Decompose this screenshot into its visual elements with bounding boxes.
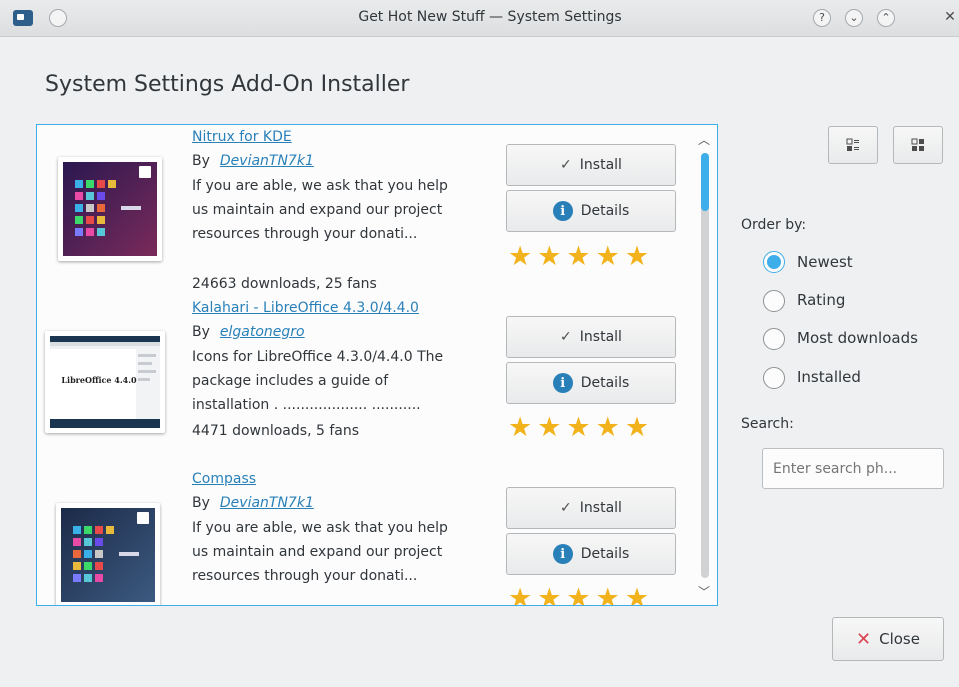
list-item: Compass By DevianTN7k1 If you are able, w… [37,467,697,606]
checkmark-icon: ✓ [560,329,572,345]
details-label: Details [580,546,630,562]
radio-installed-label[interactable]: Installed [797,368,861,386]
details-button[interactable]: i Details [506,533,676,575]
install-button[interactable]: ✓ Install [506,144,676,186]
icon-view-icon [911,138,924,151]
list-item: LibreOffice 4.4.0 Kalahari - LibreOffice… [37,296,697,466]
info-icon: i [552,201,573,221]
compass-preview-image [61,508,155,602]
icon-view-button[interactable] [893,126,943,164]
list-scrollbar[interactable]: ︿ ﹀ [693,125,717,605]
info-icon: i [552,544,573,564]
addon-list[interactable]: Nitrux for KDE By DevianTN7k1 If you are … [36,124,718,606]
addon-byline: By DevianTN7k1 [192,495,314,511]
page-title: System Settings Add-On Installer [45,72,410,97]
close-label: Close [879,630,920,648]
minimize-icon[interactable]: ⌄ [845,9,863,27]
list-item: Nitrux for KDE By DevianTN7k1 If you are … [37,125,697,295]
install-button[interactable]: ✓ Install [506,316,676,358]
window-close-icon[interactable]: ✕ [941,9,959,27]
rating-stars: ★★★★★ [508,583,655,606]
title-bar: Get Hot New Stuff — System Settings ? ⌄ … [0,0,959,37]
details-button[interactable]: i Details [506,362,676,404]
addon-byline: By DevianTN7k1 [192,153,314,169]
rating-stars: ★★★★★ [508,241,655,272]
help-icon[interactable]: ? [813,9,831,27]
thumbnail-caption: LibreOffice 4.4.0 [61,375,137,385]
install-label: Install [579,500,622,516]
scrollbar-thumb[interactable] [701,153,709,211]
author-link[interactable]: DevianTN7k1 [220,153,314,169]
search-input[interactable] [762,448,944,489]
search-label: Search: [741,416,794,432]
by-label: By [192,153,210,169]
addon-name[interactable]: Kalahari - LibreOffice 4.3.0/4.4.0 [192,300,419,316]
radio-most-downloads-label[interactable]: Most downloads [797,329,918,347]
author-link[interactable]: DevianTN7k1 [220,495,314,511]
close-button[interactable]: ✕ Close [832,617,944,661]
radio-installed[interactable] [763,367,785,389]
radio-most-downloads[interactable] [763,328,785,350]
addon-description: If you are able, we ask that you help us… [192,178,448,242]
radio-newest-label[interactable]: Newest [797,253,853,271]
install-label: Install [579,329,622,345]
addon-thumbnail[interactable] [58,157,162,261]
rating-stars: ★★★★★ [508,412,655,443]
radio-newest[interactable] [763,251,785,273]
by-label: By [192,324,210,340]
addon-name[interactable]: Nitrux for KDE [192,129,292,145]
by-label: By [192,495,210,511]
addon-description: If you are able, we ask that you help us… [192,520,448,584]
nitrux-preview-image [63,162,157,256]
close-icon: ✕ [856,628,872,650]
scroll-up-icon[interactable]: ︿ [698,131,710,148]
scroll-down-icon[interactable]: ﹀ [698,583,710,600]
addon-byline: By elgatonegro [192,324,305,340]
author-link[interactable]: elgatonegro [220,324,305,340]
addon-stats: 4471 downloads, 5 fans [192,423,360,439]
details-label: Details [580,203,630,219]
list-view-button[interactable] [828,126,878,164]
addon-stats: 24663 downloads, 25 fans [192,276,377,292]
checkmark-icon: ✓ [560,500,572,516]
order-by-label: Order by: [741,217,807,233]
install-label: Install [579,157,622,173]
details-button[interactable]: i Details [506,190,676,232]
radio-rating-label[interactable]: Rating [797,291,845,309]
details-label: Details [580,375,630,391]
info-icon: i [552,373,573,393]
checkmark-icon: ✓ [560,157,572,173]
install-button[interactable]: ✓ Install [506,487,676,529]
list-view-icon [846,138,859,151]
addon-description: Icons for LibreOffice 4.3.0/4.4.0 The pa… [192,349,444,413]
maximize-icon[interactable]: ⌃ [877,9,895,27]
scrollbar-track[interactable] [701,153,709,578]
addon-thumbnail[interactable] [56,503,160,605]
radio-rating[interactable] [763,290,785,312]
addon-name[interactable]: Compass [192,471,256,487]
addon-thumbnail[interactable]: LibreOffice 4.4.0 [45,331,165,433]
